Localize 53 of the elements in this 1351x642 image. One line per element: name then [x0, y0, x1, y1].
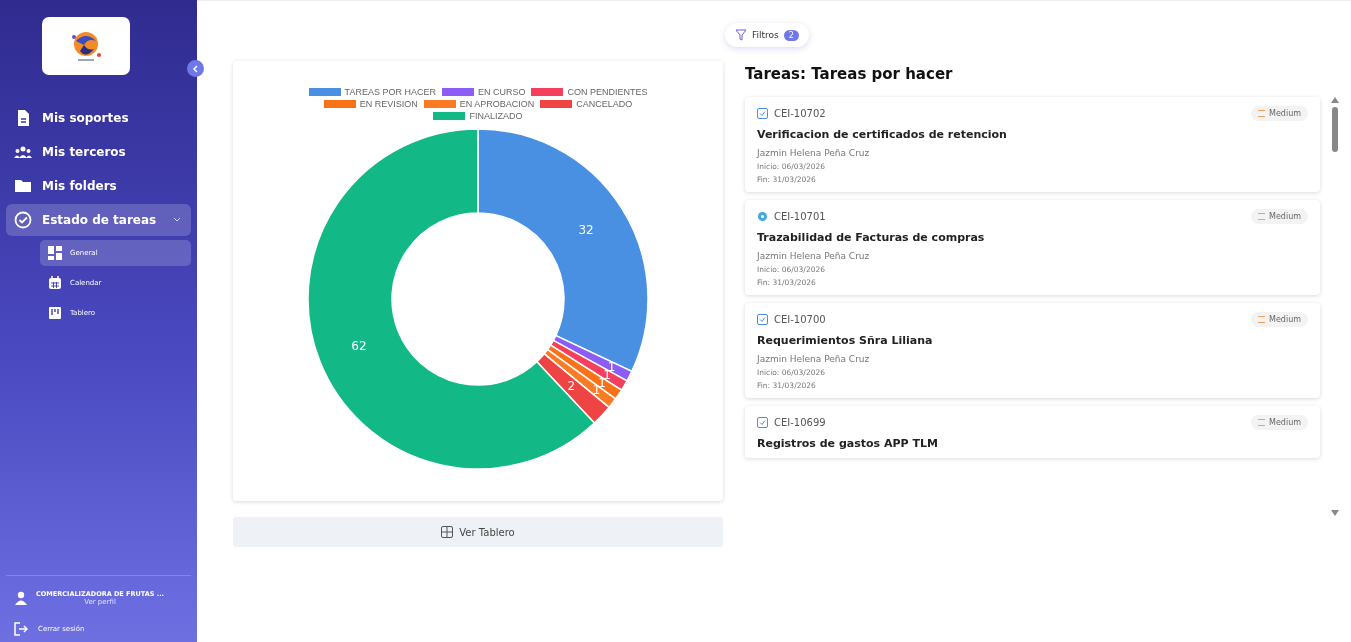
- legend-item[interactable]: TAREAS POR HACER: [308, 87, 436, 97]
- user-icon: [14, 591, 28, 605]
- board-icon: [48, 306, 62, 320]
- scroll-down-icon[interactable]: [1331, 510, 1339, 516]
- calendar-icon: [48, 276, 62, 290]
- check-circle-icon: [14, 211, 32, 229]
- task-card[interactable]: CEI-10699 Medium Registros de gastos APP TLM: [745, 406, 1320, 458]
- checkbox-icon: [757, 417, 768, 428]
- task-code: CEI-10699: [774, 417, 827, 428]
- view-board-button[interactable]: Ver Tablero: [233, 517, 723, 547]
- task-code: CEI-10702: [774, 108, 827, 119]
- checkbox-icon: [757, 108, 768, 119]
- collapse-button[interactable]: [187, 60, 204, 77]
- task-title: Requerimientos Sñra Liliana: [757, 334, 934, 347]
- priority-tag: Medium: [1251, 312, 1308, 327]
- assignee-name: Jazmin Helena Peña Cruz: [757, 148, 871, 158]
- data-label: 62: [351, 338, 367, 353]
- legend-item[interactable]: FINALIZADO: [433, 111, 523, 121]
- legend-item[interactable]: EN APROBACION: [423, 99, 535, 109]
- grid-icon: [441, 526, 454, 538]
- legend-item[interactable]: CON PENDIENTES: [531, 87, 648, 97]
- filters-button[interactable]: Filtros 2: [725, 23, 809, 47]
- task-title: Registros de gastos APP TLM: [757, 437, 939, 450]
- scrollbar[interactable]: [1330, 97, 1340, 516]
- assignee-name: Jazmin Helena Peña Cruz: [757, 354, 871, 364]
- data-label: 32: [578, 222, 594, 237]
- task-title: Trazabilidad de Facturas de compras: [757, 231, 986, 244]
- task-code: CEI-10700: [774, 314, 827, 325]
- scroll-up-icon[interactable]: [1331, 97, 1339, 103]
- sidebar-item[interactable]: Mis folders: [6, 170, 191, 202]
- priority-tag: Medium: [1251, 209, 1308, 224]
- assignee-name: Jazmin Helena Peña Cruz: [757, 251, 871, 261]
- priority-tag: Medium: [1251, 106, 1308, 121]
- legend-item[interactable]: EN REVISION: [323, 99, 418, 109]
- filter-icon: [735, 29, 747, 41]
- task-code: CEI-10701: [774, 211, 827, 222]
- sidebar-item[interactable]: Mis terceros: [6, 136, 191, 168]
- legend-item[interactable]: EN CURSO: [441, 87, 526, 97]
- priority-tag: Medium: [1251, 415, 1308, 430]
- grid-icon: [48, 246, 62, 260]
- count-badge: 2: [783, 29, 799, 41]
- logout-icon: [14, 622, 28, 636]
- sidebar-item[interactable]: Estado de tareas: [6, 204, 191, 236]
- legend-item[interactable]: CANCELADO: [540, 99, 633, 109]
- checkbox-icon: [757, 314, 768, 325]
- sidebar-item[interactable]: Mis soportes: [6, 102, 191, 134]
- task-title: Verificacion de certificados de retencion: [757, 128, 1008, 141]
- folder-icon: [14, 177, 32, 195]
- data-label: 1: [598, 375, 606, 390]
- section-title: Tareas: Tareas por hacer: [745, 65, 954, 83]
- data-label: 2: [567, 379, 576, 394]
- data-label: 1: [592, 383, 601, 398]
- chevron-left-icon: [191, 64, 200, 73]
